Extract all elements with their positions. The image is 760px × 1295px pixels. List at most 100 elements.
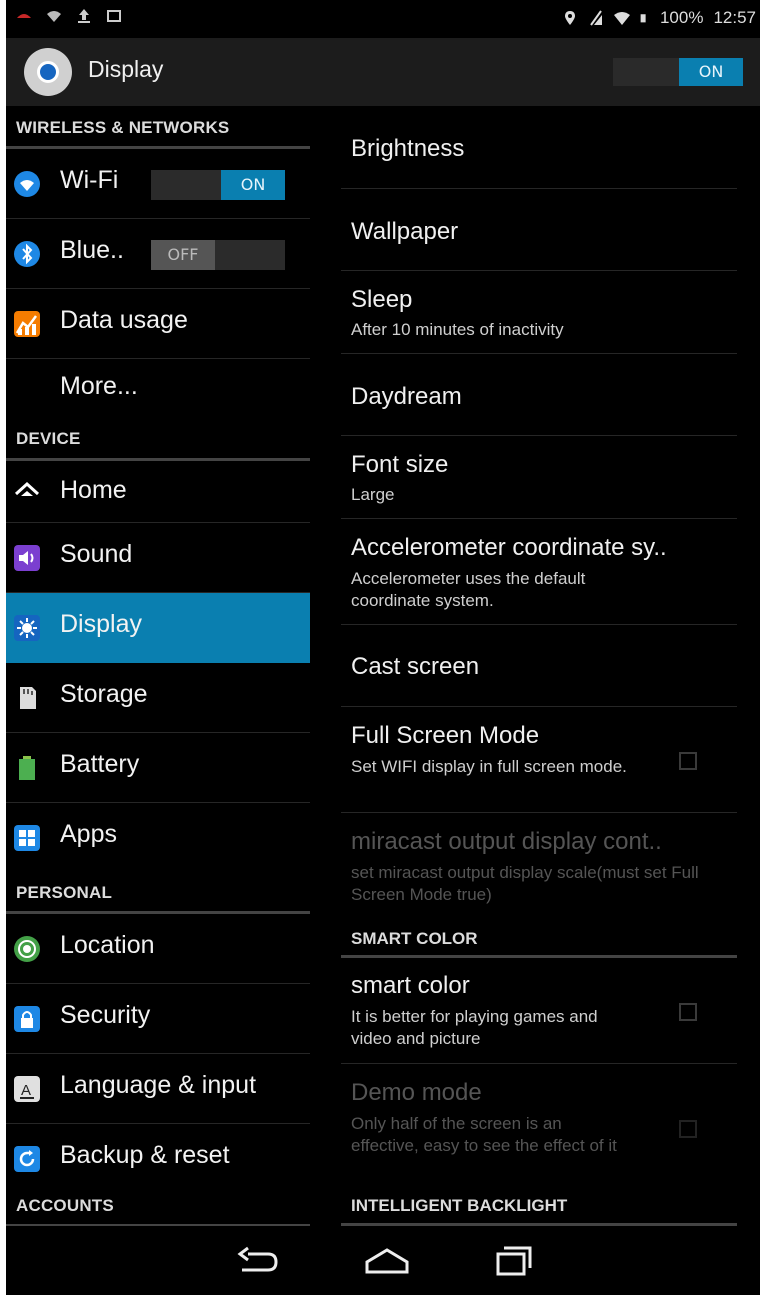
lock-icon bbox=[14, 1006, 40, 1032]
toggle-on-label: ON bbox=[221, 170, 285, 200]
wifi-notification-icon bbox=[47, 11, 61, 22]
sidebar-item-home[interactable]: Home bbox=[6, 461, 310, 523]
bluetooth-icon bbox=[14, 241, 40, 267]
divider bbox=[341, 435, 737, 436]
sidebar-item-data-usage[interactable]: Data usage bbox=[6, 289, 310, 359]
sidebar-item-label: Storage bbox=[60, 680, 148, 708]
setting-daydream[interactable]: Daydream bbox=[341, 355, 737, 436]
location-pin-icon bbox=[564, 11, 575, 25]
sidebar-item-label: Location bbox=[60, 931, 155, 959]
setting-title: Full Screen Mode bbox=[351, 722, 540, 749]
screen: 100% 12:57 Display ON WIRELESS & NETWORK… bbox=[6, 0, 760, 1295]
setting-summary: set miracast output display scale(must s… bbox=[351, 863, 699, 904]
notification-icons bbox=[16, 8, 122, 24]
svg-text:A: A bbox=[21, 1082, 31, 1099]
back-button-icon[interactable] bbox=[234, 1244, 284, 1278]
setting-summary: It is better for playing games and video… bbox=[351, 1007, 598, 1048]
settings-categories-pane: WIRELESS & NETWORKS Wi-Fi ON Blue.. OFF … bbox=[6, 106, 310, 1227]
sidebar-item-label: Wi-Fi bbox=[60, 166, 119, 194]
sidebar-item-label: Sound bbox=[60, 540, 133, 568]
toggle-off-label: OFF bbox=[151, 240, 215, 270]
status-bar: 100% 12:57 bbox=[6, 0, 760, 38]
section-header-wireless: WIRELESS & NETWORKS bbox=[16, 118, 230, 137]
page-title: Display bbox=[88, 56, 164, 82]
setting-summary: After 10 minutes of inactivity bbox=[351, 320, 564, 339]
home-button-icon[interactable] bbox=[362, 1244, 412, 1278]
sidebar-item-language[interactable]: A Language & input bbox=[6, 1054, 310, 1124]
data-usage-icon bbox=[14, 311, 40, 337]
divider bbox=[341, 706, 737, 707]
sidebar-item-label: Blue.. bbox=[60, 236, 124, 264]
sidebar-item-display[interactable]: Display bbox=[6, 593, 310, 663]
section-header-personal: PERSONAL bbox=[16, 883, 113, 902]
sidebar-item-more[interactable]: More... bbox=[6, 359, 310, 421]
setting-summary: Large bbox=[351, 485, 395, 504]
setting-font-size[interactable]: Font size Large bbox=[341, 437, 737, 519]
storage-sd-card-icon bbox=[20, 687, 36, 709]
navigation-bar bbox=[6, 1226, 760, 1295]
battery-percent: 100% bbox=[659, 8, 704, 27]
action-bar: Display ON bbox=[6, 38, 760, 106]
system-icons: 100% 12:57 bbox=[562, 8, 756, 28]
smart-color-checkbox[interactable] bbox=[679, 1003, 697, 1021]
sidebar-item-location[interactable]: Location bbox=[6, 914, 310, 984]
setting-cast-screen[interactable]: Cast screen bbox=[341, 626, 737, 707]
setting-miracast-output: miracast output display cont.. set mirac… bbox=[341, 814, 737, 918]
settings-gear-icon[interactable] bbox=[24, 48, 72, 96]
clock: 12:57 bbox=[713, 8, 756, 27]
apps-grid-icon bbox=[14, 825, 40, 851]
setting-summary: Accelerometer uses the default coordinat… bbox=[351, 569, 586, 610]
bluetooth-toggle[interactable]: OFF bbox=[151, 240, 285, 270]
sidebar-item-battery[interactable]: Battery bbox=[6, 733, 310, 803]
sidebar-item-label: Home bbox=[60, 476, 127, 504]
backup-reset-icon bbox=[14, 1146, 40, 1172]
setting-title: Cast screen bbox=[351, 653, 480, 680]
setting-title: miracast output display cont.. bbox=[351, 828, 662, 855]
setting-title: Wallpaper bbox=[351, 218, 459, 245]
setting-smart-color[interactable]: smart color It is better for playing gam… bbox=[341, 958, 737, 1064]
full-screen-checkbox[interactable] bbox=[679, 752, 697, 770]
setting-title: Sleep bbox=[351, 286, 413, 313]
setting-title: Brightness bbox=[351, 135, 465, 162]
sidebar-item-wifi[interactable]: Wi-Fi ON bbox=[6, 149, 310, 219]
setting-wallpaper[interactable]: Wallpaper bbox=[341, 190, 737, 271]
display-master-toggle[interactable]: ON bbox=[613, 58, 743, 86]
sidebar-item-bluetooth[interactable]: Blue.. OFF bbox=[6, 219, 310, 289]
location-icon bbox=[14, 936, 40, 962]
upload-icon bbox=[78, 9, 90, 23]
section-header-smart-color: SMART COLOR bbox=[351, 929, 478, 948]
sidebar-item-security[interactable]: Security bbox=[6, 984, 310, 1054]
setting-full-screen-mode[interactable]: Full Screen Mode Set WIFI display in ful… bbox=[341, 708, 737, 813]
sidebar-item-label: More... bbox=[60, 372, 138, 400]
toggle-on-label: ON bbox=[679, 58, 743, 86]
divider bbox=[341, 518, 737, 519]
sidebar-item-label: Backup & reset bbox=[60, 1141, 230, 1169]
setting-demo-mode: Demo mode Only half of the screen is an … bbox=[341, 1065, 737, 1185]
display-settings-pane: Brightness Wallpaper Sleep After 10 minu… bbox=[341, 106, 737, 1226]
setting-title: Font size bbox=[351, 451, 449, 478]
sidebar-item-label: Display bbox=[60, 610, 142, 638]
home-icon bbox=[14, 481, 40, 496]
sidebar-item-label: Battery bbox=[60, 750, 140, 778]
demo-mode-checkbox bbox=[679, 1120, 697, 1138]
wifi-icon bbox=[14, 171, 40, 197]
sidebar-item-apps[interactable]: Apps bbox=[6, 803, 310, 867]
display-brightness-icon bbox=[14, 615, 40, 641]
battery-icon bbox=[640, 14, 646, 23]
setting-accelerometer[interactable]: Accelerometer coordinate sy.. Accelerome… bbox=[341, 520, 737, 625]
setting-title: Daydream bbox=[351, 383, 462, 410]
setting-title: smart color bbox=[351, 972, 470, 999]
divider bbox=[341, 353, 737, 354]
divider bbox=[341, 624, 737, 625]
divider bbox=[341, 1063, 737, 1064]
wifi-toggle[interactable]: ON bbox=[151, 170, 285, 200]
sidebar-item-backup-reset[interactable]: Backup & reset bbox=[6, 1124, 310, 1194]
setting-title: Accelerometer coordinate sy.. bbox=[351, 534, 667, 561]
screenshot-icon bbox=[107, 10, 121, 22]
sidebar-item-storage[interactable]: Storage bbox=[6, 663, 310, 733]
sidebar-item-sound[interactable]: Sound bbox=[6, 523, 310, 593]
setting-sleep[interactable]: Sleep After 10 minutes of inactivity bbox=[341, 272, 737, 354]
recent-apps-button-icon[interactable] bbox=[490, 1244, 540, 1278]
setting-brightness[interactable]: Brightness bbox=[341, 106, 737, 189]
notification-icon bbox=[17, 14, 31, 18]
